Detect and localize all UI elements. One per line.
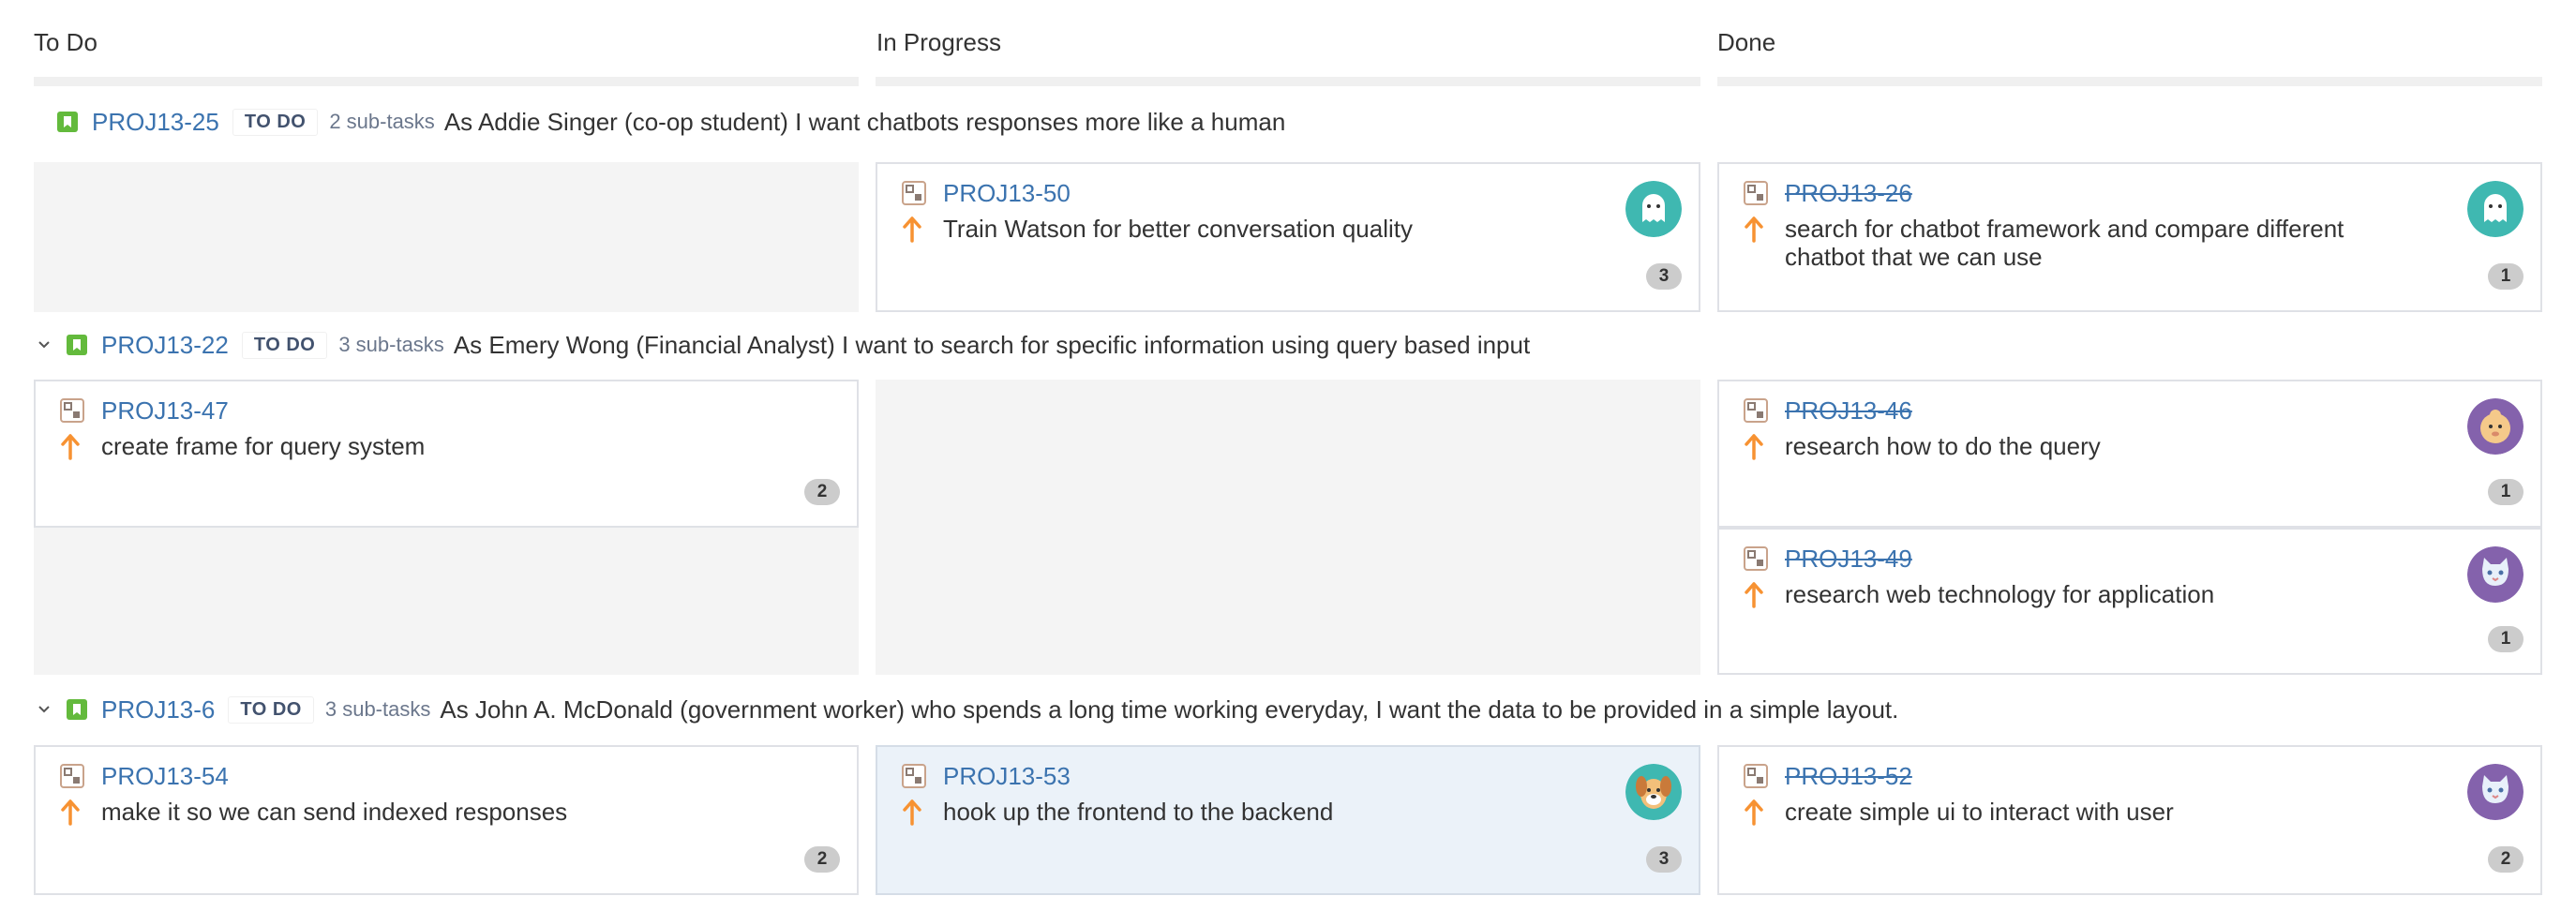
assignee-avatar[interactable]	[2467, 181, 2524, 237]
issue-key-link[interactable]: PROJ13-50	[943, 179, 1071, 208]
subtask-icon	[1744, 398, 1768, 423]
swimlane-header[interactable]: PROJ13-22 TO DO 3 sub-tasks As Emery Won…	[32, 326, 1530, 364]
assignee-avatar[interactable]	[1625, 764, 1682, 820]
issue-card[interactable]: PROJ13-50 Train Watson for better conver…	[876, 162, 1700, 312]
story-summary: As Emery Wong (Financial Analyst) I want…	[453, 330, 1531, 359]
issue-key-link[interactable]: PROJ13-54	[101, 762, 229, 791]
empty-cell	[34, 528, 859, 675]
column-divider-in-progress	[876, 77, 1700, 86]
empty-cell	[34, 162, 859, 312]
story-key-link[interactable]: PROJ13-6	[101, 695, 215, 724]
subtask-count-badge: 2	[804, 846, 840, 873]
story-key-link[interactable]: PROJ13-22	[101, 331, 229, 360]
issue-summary: research how to do the query	[1785, 432, 2101, 460]
issue-card[interactable]: PROJ13-46 research how to do the query 1	[1717, 380, 2542, 528]
swimlane-header[interactable]: PROJ13-25 TO DO 2 sub-tasks As Addie Sin…	[56, 103, 1285, 141]
column-header-in-progress: In Progress	[876, 28, 1001, 56]
column-header-todo: To Do	[34, 28, 97, 56]
subtask-count-badge: 1	[2488, 263, 2524, 290]
chevron-down-icon[interactable]	[32, 333, 56, 357]
subtask-count-badge: 3	[1646, 263, 1682, 290]
column-header-done: Done	[1717, 28, 1776, 56]
priority-high-icon	[60, 799, 81, 826]
column-divider-done	[1717, 77, 2542, 86]
assignee-avatar[interactable]	[2467, 764, 2524, 820]
issue-key-link[interactable]: PROJ13-26	[1785, 179, 1912, 208]
subtask-count-badge: 1	[2488, 479, 2524, 505]
story-summary: As John A. McDonald (government worker) …	[440, 694, 1899, 724]
issue-card[interactable]: PROJ13-49 research web technology for ap…	[1717, 528, 2542, 675]
issue-key-link[interactable]: PROJ13-46	[1785, 396, 1912, 426]
story-key-link[interactable]: PROJ13-25	[92, 108, 219, 137]
issue-summary: search for chatbot framework and compare…	[1785, 215, 2344, 271]
column-divider-todo	[34, 77, 859, 86]
subtask-count: 2 sub-tasks	[329, 110, 435, 133]
subtask-icon	[1744, 546, 1768, 571]
subtask-count-badge: 1	[2488, 626, 2524, 652]
subtask-icon	[902, 181, 926, 205]
assignee-avatar[interactable]	[2467, 398, 2524, 455]
priority-high-icon	[902, 217, 922, 243]
chevron-down-icon[interactable]	[32, 697, 56, 722]
priority-high-icon	[60, 434, 81, 460]
subtask-icon	[902, 764, 926, 788]
issue-key-link[interactable]: PROJ13-52	[1785, 762, 1912, 791]
issue-card[interactable]: PROJ13-54 make it so we can send indexed…	[34, 745, 859, 895]
issue-card[interactable]: PROJ13-47 create frame for query system …	[34, 380, 859, 528]
assignee-avatar[interactable]	[2467, 546, 2524, 603]
issue-key-link[interactable]: PROJ13-49	[1785, 545, 1912, 574]
swimlane-header[interactable]: PROJ13-6 TO DO 3 sub-tasks As John A. Mc…	[32, 691, 1898, 728]
issue-summary: hook up the frontend to the backend	[943, 798, 1334, 826]
subtask-count-badge: 3	[1646, 846, 1682, 873]
story-icon	[56, 111, 79, 133]
story-icon	[66, 334, 88, 356]
empty-cell	[876, 380, 1700, 675]
priority-high-icon	[1744, 434, 1764, 460]
issue-card[interactable]: PROJ13-26 search for chatbot framework a…	[1717, 162, 2542, 312]
issue-card[interactable]: PROJ13-52 create simple ui to interact w…	[1717, 745, 2542, 895]
issue-summary: research web technology for application	[1785, 580, 2215, 608]
status-badge: TO DO	[228, 695, 314, 724]
priority-high-icon	[1744, 217, 1764, 243]
subtask-count-badge: 2	[804, 479, 840, 505]
issue-summary: Train Watson for better conversation qua…	[943, 215, 1413, 243]
story-summary: As Addie Singer (co-op student) I want c…	[443, 107, 1286, 136]
priority-high-icon	[902, 799, 922, 826]
subtask-count: 3 sub-tasks	[324, 697, 431, 721]
story-icon	[66, 698, 88, 721]
subtask-icon	[1744, 181, 1768, 205]
subtask-count-badge: 2	[2488, 846, 2524, 873]
issue-summary: create frame for query system	[101, 432, 426, 460]
status-badge: TO DO	[232, 108, 319, 136]
issue-summary: make it so we can send indexed responses	[101, 798, 568, 826]
priority-high-icon	[1744, 582, 1764, 608]
subtask-icon	[60, 764, 84, 788]
subtask-count: 3 sub-tasks	[338, 333, 444, 356]
issue-summary: create simple ui to interact with user	[1785, 798, 2174, 826]
subtask-icon	[60, 398, 84, 423]
priority-high-icon	[1744, 799, 1764, 826]
issue-key-link[interactable]: PROJ13-53	[943, 762, 1071, 791]
assignee-avatar[interactable]	[1625, 181, 1682, 237]
status-badge: TO DO	[241, 331, 328, 359]
issue-key-link[interactable]: PROJ13-47	[101, 396, 229, 426]
subtask-icon	[1744, 764, 1768, 788]
issue-card-selected[interactable]: PROJ13-53 hook up the frontend to the ba…	[876, 745, 1700, 895]
